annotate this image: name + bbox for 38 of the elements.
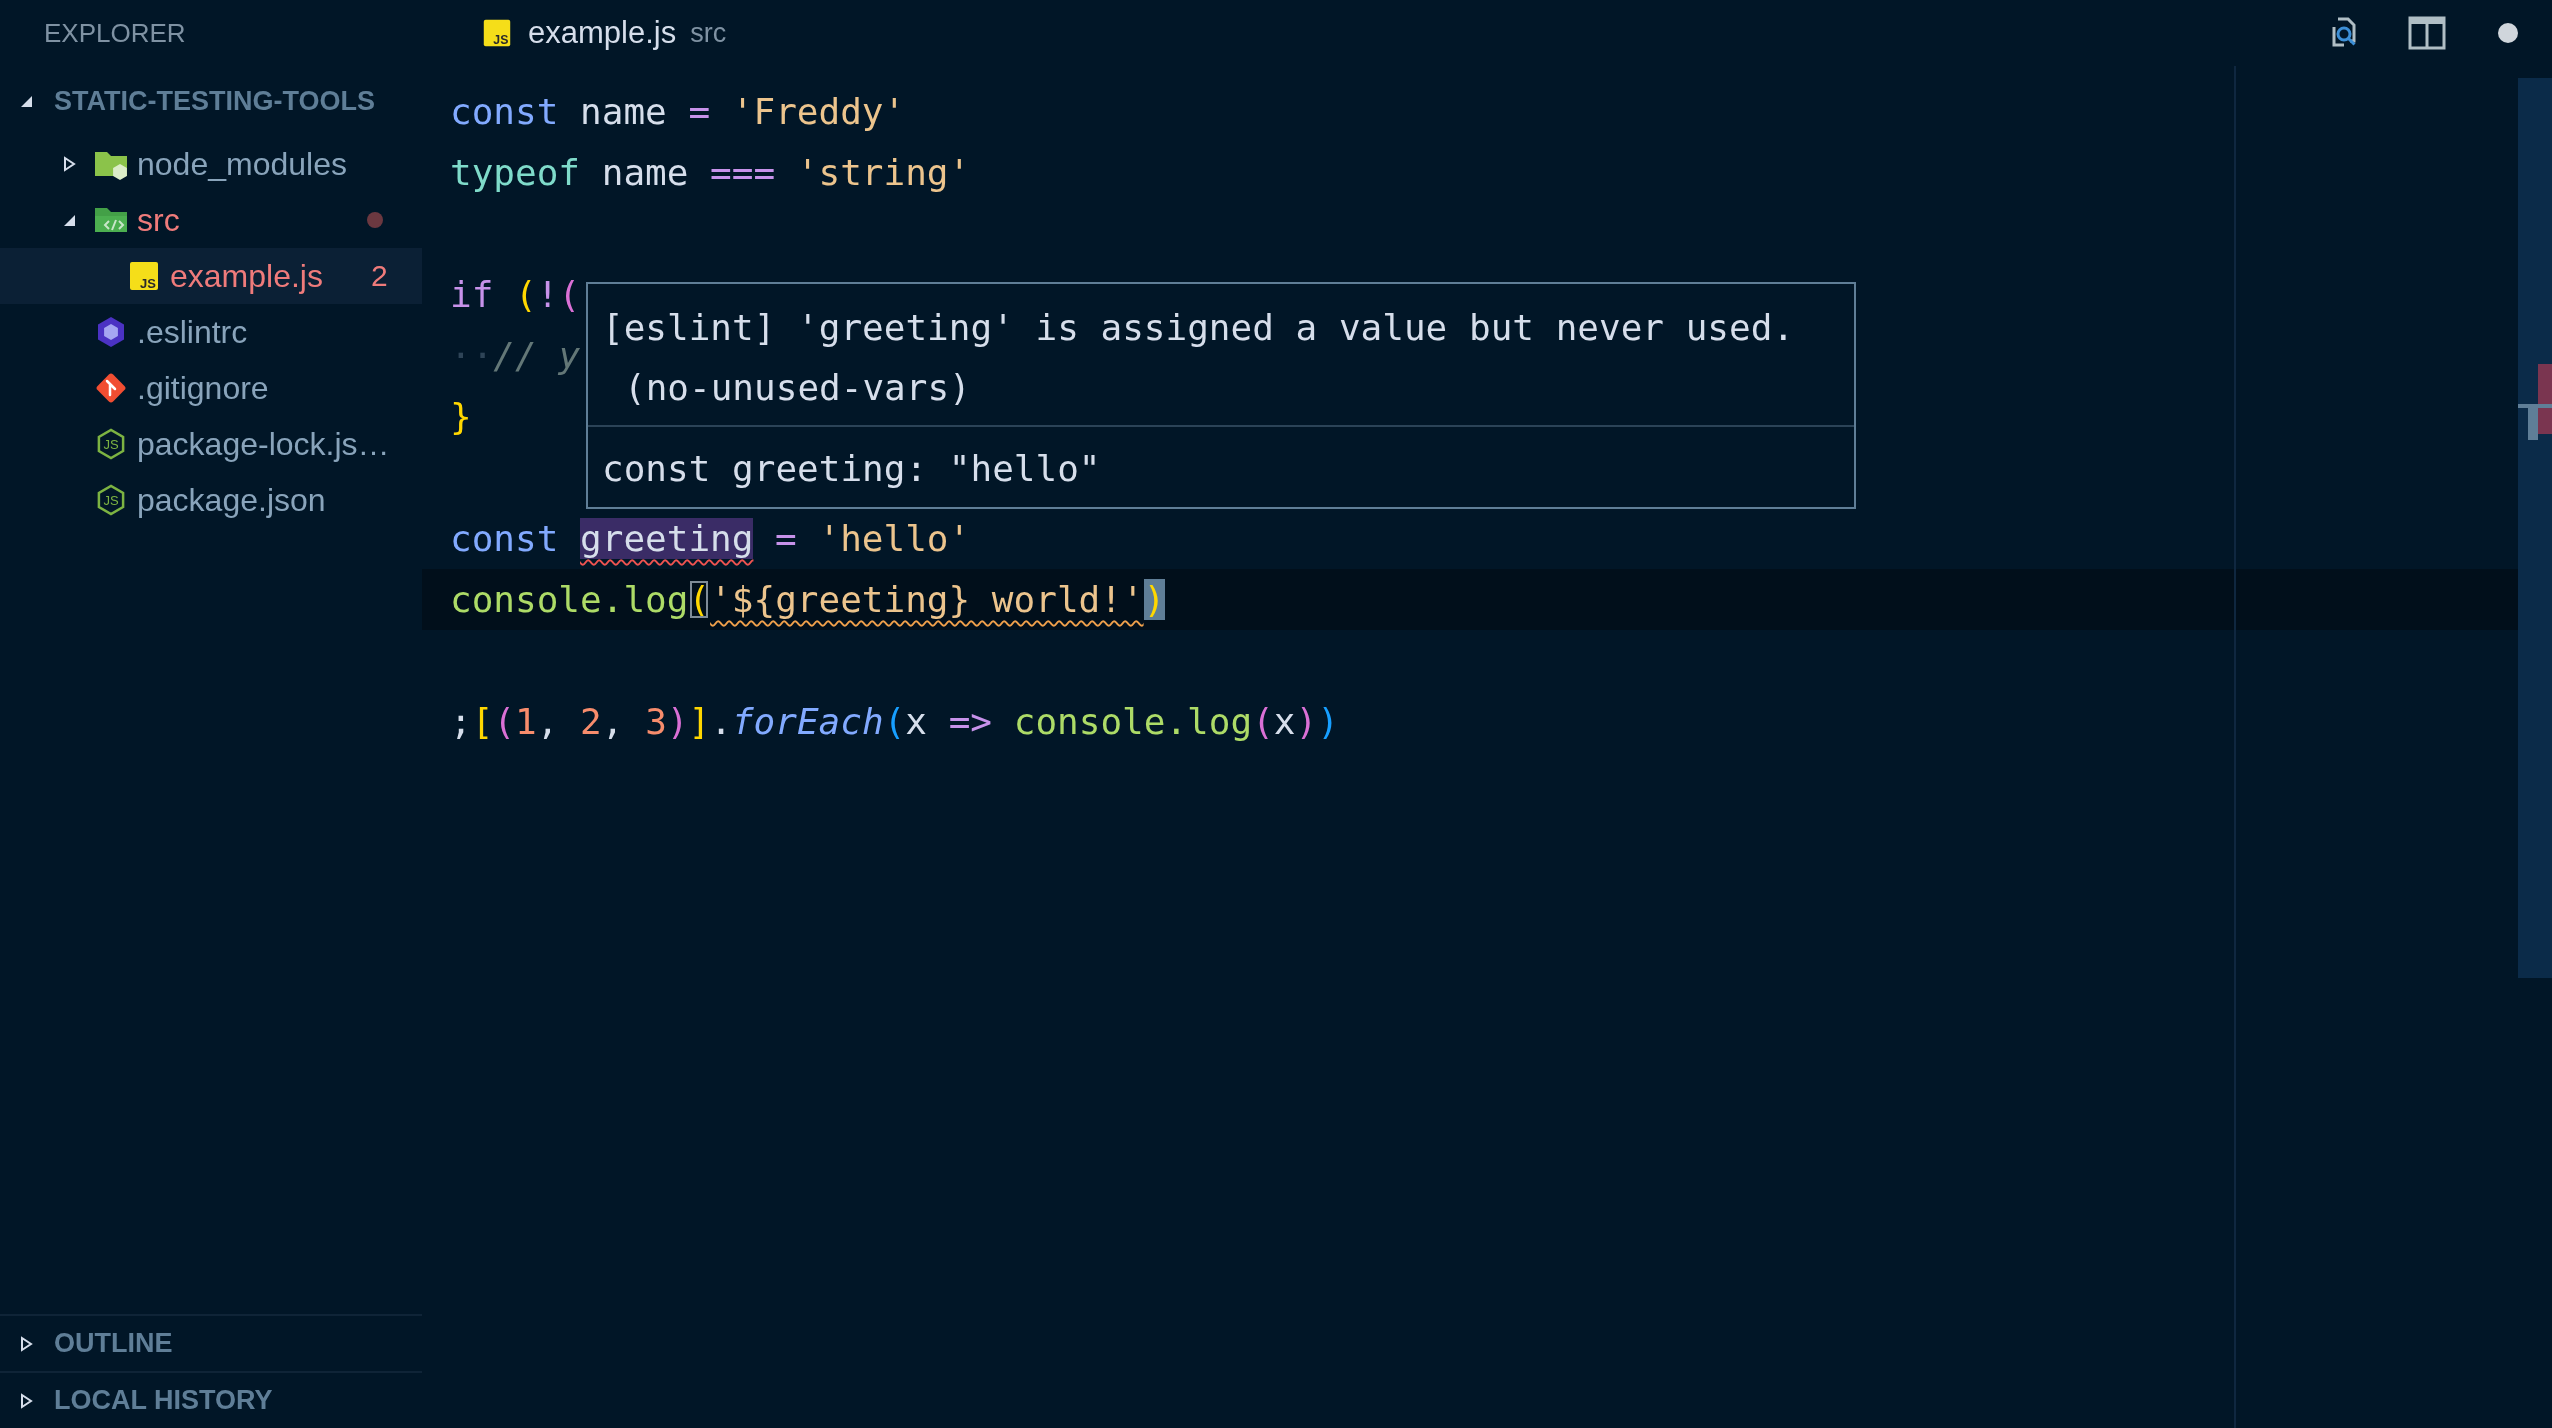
caret-icon[interactable] (61, 156, 77, 172)
code-line: const name = 'Freddy' (450, 90, 906, 134)
file-name: src (137, 201, 180, 239)
code-line: if (!( (450, 273, 581, 317)
problem-count: 2 (371, 259, 388, 293)
split-editor-icon[interactable] (2408, 16, 2446, 50)
file-name: example.js (170, 257, 323, 295)
file-name: node_modules (137, 145, 347, 183)
caret-icon[interactable] (18, 1335, 34, 1352)
file-name: .gitignore (137, 369, 269, 407)
tree-item[interactable]: JS package-lock.js… (0, 416, 422, 472)
code-line: typeof name === 'string' (450, 151, 971, 195)
file-name: .eslintrc (137, 313, 248, 351)
scrollbar[interactable] (2518, 78, 2552, 978)
file-name: package.json (137, 481, 326, 519)
tree-item[interactable]: JS package.json (0, 472, 422, 528)
tab-label: example.js (528, 15, 677, 51)
rule-name: (no-unused-vars) (623, 366, 972, 410)
code-line: const greeting = 'hello' (450, 517, 971, 561)
editor-tab[interactable]: JS example.js src (422, 0, 747, 66)
code-line: } (450, 395, 472, 439)
tree-item[interactable]: src (0, 192, 422, 248)
code-line: ;[(1, 2, 3)].forEach(x => console.log(x)) (450, 700, 1339, 744)
tree-item[interactable]: node_modules (0, 136, 422, 192)
tree-item[interactable]: JS example.js 2 (0, 248, 422, 304)
type-signature: const greeting: "hello" (588, 425, 1854, 507)
section-header[interactable]: STATIC-TESTING-TOOLS (0, 66, 422, 136)
explorer-title: EXPLORER (43, 16, 187, 50)
dot-icon (2497, 22, 2519, 44)
tab-description: src (690, 17, 727, 49)
diagnostic-message: [eslint] 'greeting' is assigned a value but never used. (601, 306, 1796, 350)
tree-item[interactable]: .gitignore (0, 360, 422, 416)
file-name: package-lock.js… (137, 425, 390, 463)
code-line: ··// y (450, 334, 581, 378)
caret-icon[interactable] (18, 1392, 34, 1409)
code-line: console.log('${greeting} world!') (450, 578, 1166, 622)
tree-item[interactable]: .eslintrc (0, 304, 422, 360)
problem-dot (367, 212, 383, 228)
